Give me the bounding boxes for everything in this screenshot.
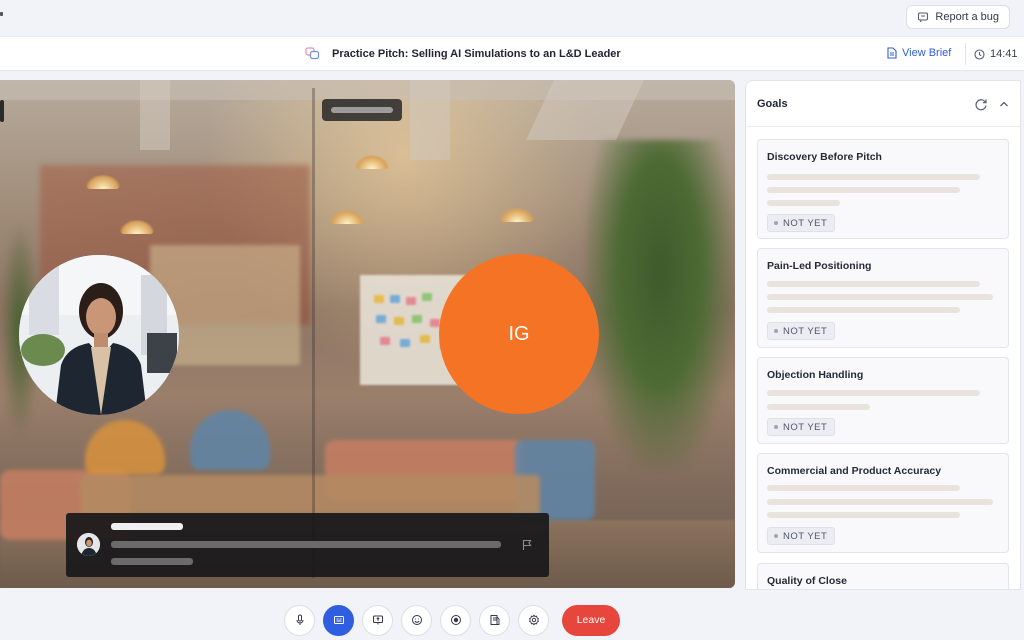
goal-status: NOT YET [783, 325, 828, 337]
screen-share-button[interactable] [362, 604, 393, 636]
view-brief-label: View Brief [902, 47, 952, 59]
caption-speaker-name-placeholder [111, 523, 183, 530]
goals-panel: Goals Discovery Before Pitch NOT YET Pai… [745, 80, 1021, 590]
view-brief-button[interactable]: View Brief [887, 47, 951, 59]
tile-label-stub [0, 100, 4, 122]
goal-description-placeholder [767, 512, 960, 518]
goal-title: Discovery Before Pitch [767, 151, 882, 163]
goal-card-pain-led[interactable]: Pain-Led Positioning NOT YET [757, 248, 1009, 348]
goal-title: Pain-Led Positioning [767, 260, 872, 272]
screen-share-icon [372, 615, 383, 625]
ceiling-beam [140, 80, 170, 150]
ai-persona-avatar [19, 255, 179, 415]
caption-text-placeholder [111, 558, 193, 565]
tile-divider [312, 88, 315, 578]
back-icon[interactable] [0, 12, 3, 16]
notes-icon [490, 615, 499, 625]
goal-status: NOT YET [783, 217, 828, 229]
report-bug-label: Report a bug [935, 11, 999, 23]
record-button[interactable] [440, 604, 471, 636]
participant-name-pill [322, 99, 402, 121]
goal-card-close[interactable]: Quality of Close [757, 563, 1009, 589]
chat-bubbles-icon [305, 46, 320, 61]
caption-text-placeholder [111, 541, 501, 548]
pendant-lamp [500, 208, 534, 222]
goal-description-placeholder [767, 294, 993, 300]
pendant-lamp [120, 220, 154, 234]
goal-description-placeholder [767, 174, 980, 180]
goal-status-badge: NOT YET [767, 527, 836, 545]
bug-report-icon [918, 12, 929, 23]
leave-button[interactable]: Leave [562, 604, 620, 636]
goal-description-placeholder [767, 307, 960, 313]
caption-speaker-avatar [77, 533, 100, 556]
goal-title: Quality of Close [767, 575, 847, 587]
reactions-button[interactable] [401, 604, 432, 636]
clock-icon [974, 48, 985, 60]
goal-status-badge: NOT YET [767, 322, 836, 340]
goal-status-badge: NOT YET [767, 214, 836, 232]
call-controls: Leave [284, 604, 620, 636]
microphone-icon [296, 614, 303, 625]
refresh-icon[interactable] [974, 97, 988, 111]
report-bug-button[interactable]: Report a bug [906, 5, 1010, 29]
goals-heading: Goals [757, 98, 788, 110]
participant-initials-avatar: IG [439, 254, 599, 414]
timer-value: 14:41 [990, 48, 1018, 60]
captions-icon [333, 616, 344, 624]
top-strip: Report a bug [0, 0, 1024, 36]
microphone-button[interactable] [284, 604, 315, 636]
flag-icon[interactable] [521, 539, 533, 551]
session-timer: 14:41 [965, 43, 1024, 65]
goal-card-commercial[interactable]: Commercial and Product Accuracy NOT YET [757, 453, 1009, 553]
pendant-lamp [330, 210, 364, 224]
pendant-lamp [355, 155, 389, 169]
session-title: Practice Pitch: Selling AI Simulations t… [332, 47, 621, 60]
captions-button[interactable] [323, 604, 354, 636]
session-header: Practice Pitch: Selling AI Simulations t… [0, 36, 1024, 71]
goal-description-placeholder [767, 485, 960, 491]
participant-initials: IG [508, 322, 530, 345]
goal-status: NOT YET [783, 421, 828, 433]
emoji-icon [411, 615, 422, 625]
goal-card-objection[interactable]: Objection Handling NOT YET [757, 357, 1009, 444]
goal-description-placeholder [767, 390, 980, 396]
leave-label: Leave [576, 614, 606, 626]
goal-status: NOT YET [783, 530, 828, 542]
notes-button[interactable] [479, 604, 510, 636]
goal-description-placeholder [767, 281, 980, 287]
document-icon [887, 47, 897, 59]
chevron-up-icon[interactable] [997, 97, 1011, 111]
goal-description-placeholder [767, 187, 960, 193]
goals-header: Goals [746, 81, 1020, 127]
goal-card-discovery[interactable]: Discovery Before Pitch NOT YET [757, 139, 1009, 239]
goal-title: Commercial and Product Accuracy [767, 465, 942, 477]
pendant-lamp [86, 175, 120, 189]
ceiling-beam [410, 80, 450, 160]
settings-button[interactable] [518, 604, 549, 636]
settings-icon [528, 614, 539, 626]
goal-description-placeholder [767, 404, 870, 410]
video-stage: IG [0, 80, 735, 588]
beanbag [190, 410, 270, 470]
table [80, 475, 540, 515]
hanging-plants [585, 140, 735, 470]
record-icon [450, 615, 461, 625]
live-caption-panel [66, 513, 549, 577]
goal-status-badge: NOT YET [767, 418, 836, 436]
goal-description-placeholder [767, 200, 840, 206]
goal-description-placeholder [767, 499, 993, 505]
beanbag [85, 420, 165, 475]
goal-title: Objection Handling [767, 369, 864, 381]
